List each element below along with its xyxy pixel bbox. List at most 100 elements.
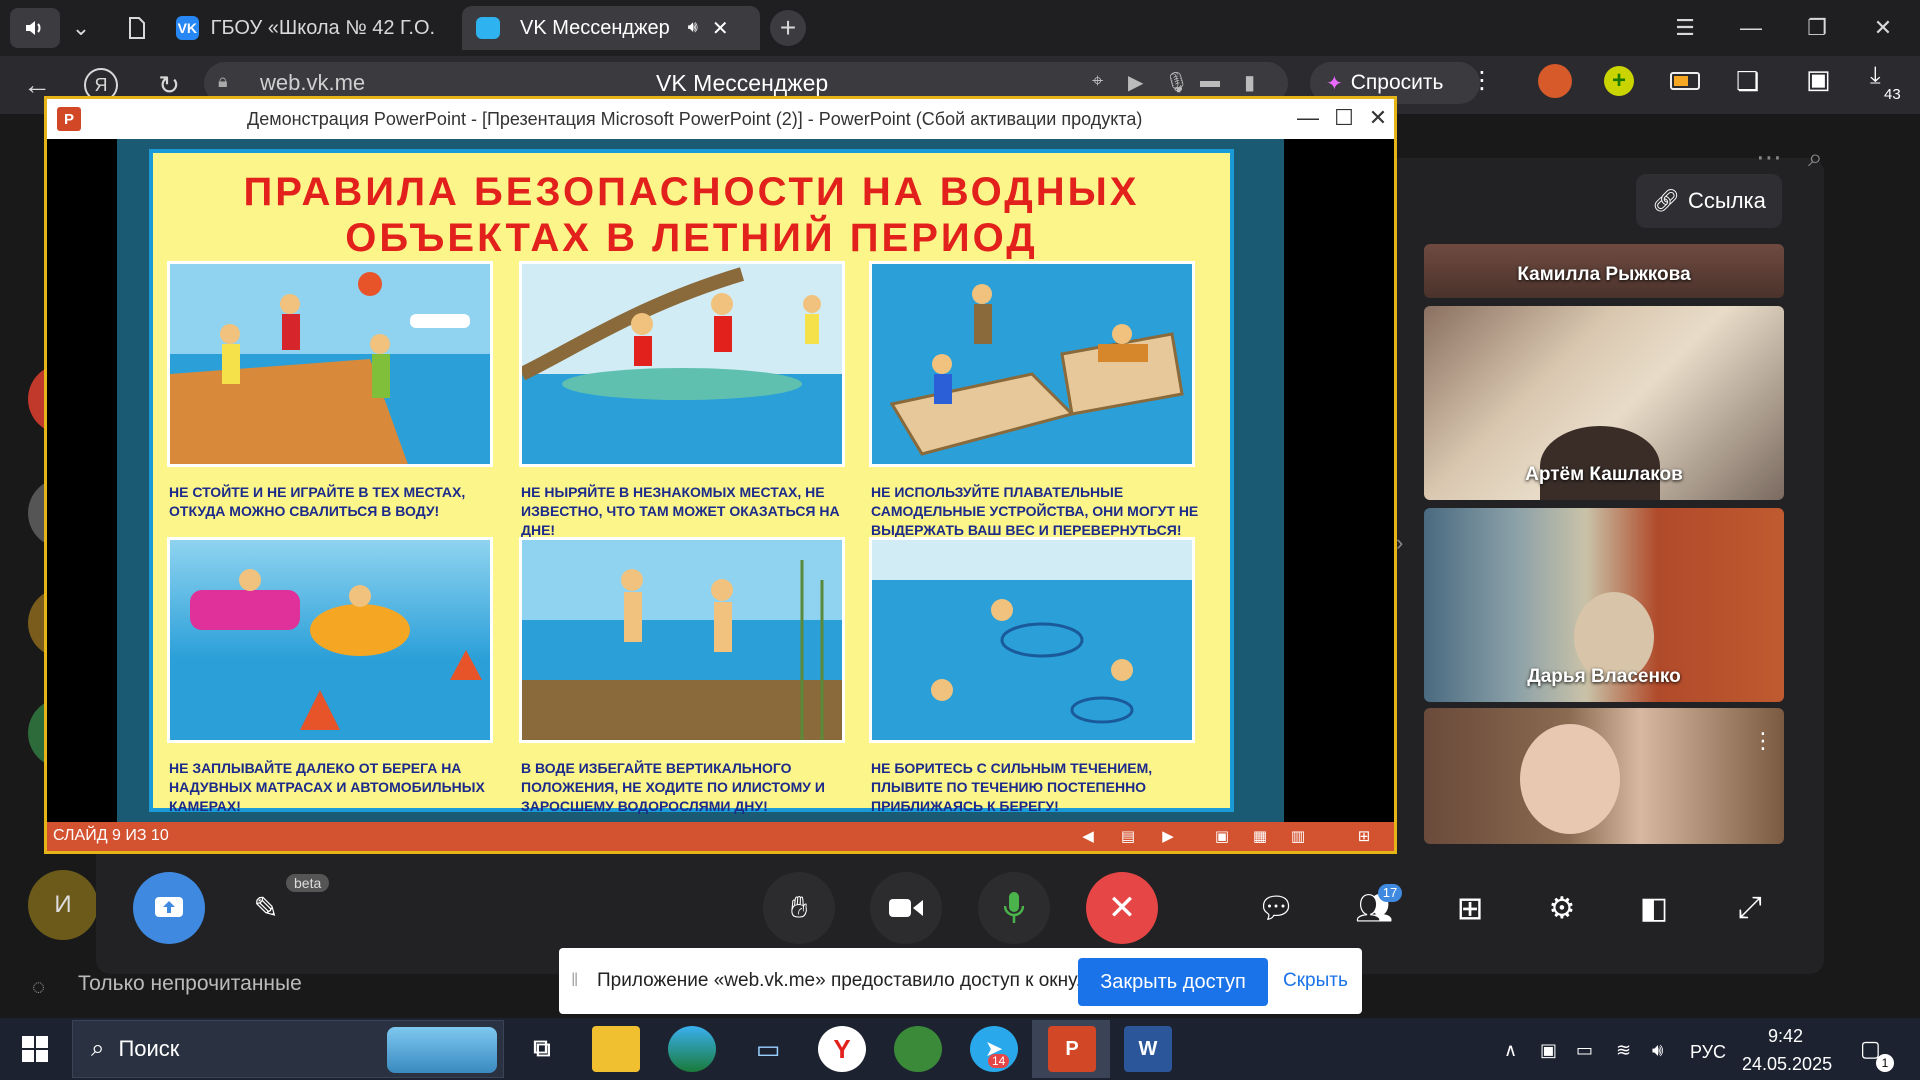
- battery-extension-icon[interactable]: [1670, 72, 1700, 90]
- fullscreen-icon[interactable]: ⤢: [1730, 890, 1770, 926]
- restore-icon[interactable]: ❐: [1802, 12, 1832, 44]
- tray-app-icon[interactable]: ▣: [1540, 1040, 1557, 1061]
- more-vertical-icon[interactable]: ⋮: [1752, 728, 1774, 754]
- slideshow-icon[interactable]: ⊞: [1353, 826, 1375, 846]
- camera-button[interactable]: [870, 872, 942, 944]
- powerpoint-taskbar-icon[interactable]: P: [1048, 1026, 1096, 1072]
- raise-hand-button[interactable]: ✋︎: [763, 872, 835, 944]
- word-taskbar-icon[interactable]: W: [1124, 1026, 1172, 1072]
- tray-chevron-icon[interactable]: ∧: [1504, 1040, 1517, 1061]
- stop-sharing-button[interactable]: Закрыть доступ: [1078, 958, 1268, 1006]
- participant-video: [1520, 724, 1620, 834]
- chevron-right-icon[interactable]: ›: [1396, 530, 1403, 556]
- rule-caption: НЕ БОРИТЕСЬ С СИЛЬНЫМ ТЕЧЕНИЕМ, ПЛЫВИТЕ …: [871, 760, 1153, 814]
- pip-icon[interactable]: ◧: [1634, 890, 1674, 926]
- copy-link-button[interactable]: 🔗︎ Ссылка: [1636, 174, 1782, 228]
- rule-caption: В ВОДЕ ИЗБЕГАЙТЕ ВЕРТИКАЛЬНОГО ПОЛОЖЕНИЯ…: [521, 760, 825, 814]
- close-icon[interactable]: ✕: [1361, 103, 1395, 133]
- new-tab-icon[interactable]: +: [770, 10, 806, 46]
- wifi-icon[interactable]: ≋: [1616, 1040, 1631, 1061]
- rule-caption: НЕ НЫРЯЙТЕ В НЕЗНАКОМЫХ МЕСТАХ, НЕ ИЗВЕС…: [521, 484, 840, 538]
- task-view-icon[interactable]: ⧉: [518, 1026, 566, 1072]
- share-banner: ‖ Приложение «web.vk.me» предоставило до…: [559, 948, 1362, 1014]
- share-screen-button[interactable]: [133, 872, 205, 944]
- end-call-button[interactable]: ✕: [1086, 872, 1158, 944]
- participant-name: Дарья Власенко: [1527, 666, 1681, 687]
- clock-time[interactable]: 9:42: [1768, 1026, 1803, 1047]
- participant-tile[interactable]: ⋮: [1424, 708, 1784, 844]
- collections-icon[interactable]: ❏: [1736, 66, 1759, 97]
- chat-icon[interactable]: 💬︎: [1256, 890, 1296, 926]
- illustration-mattress: [167, 537, 493, 743]
- participant-name: Камилла Рыжкова: [1517, 264, 1691, 285]
- chat-icon[interactable]: ▬: [1200, 70, 1220, 93]
- tab-vk-messenger[interactable]: VK Мессенджер 🔊︎ ✕: [462, 6, 760, 50]
- more-horizontal-icon[interactable]: ⋯: [1756, 142, 1782, 173]
- file-explorer-icon[interactable]: [592, 1026, 640, 1072]
- location-icon[interactable]: ⌖: [1092, 70, 1103, 93]
- app-icon[interactable]: [894, 1026, 942, 1072]
- chevron-down-icon[interactable]: ⌄: [66, 12, 96, 44]
- plus-extension-icon[interactable]: +: [1604, 66, 1634, 96]
- search-icon[interactable]: ⌕: [1808, 142, 1823, 174]
- powerpoint-window[interactable]: P Демонстрация PowerPoint - [Презентация…: [44, 96, 1397, 854]
- windows-start-icon[interactable]: [22, 1036, 48, 1067]
- illustration-raft: [869, 261, 1195, 467]
- rule-caption: НЕ СТОЙТЕ И НЕ ИГРАЙТЕ В ТЕХ МЕСТАХ, ОТК…: [169, 484, 466, 519]
- participant-tile[interactable]: Дарья Власенко: [1424, 508, 1784, 702]
- bookmark-icon[interactable]: ▮: [1244, 70, 1255, 95]
- user-avatar[interactable]: И: [28, 870, 98, 940]
- share-message: Приложение «web.vk.me» предоставило дост…: [597, 970, 1081, 991]
- slide-counter: СЛАЙД 9 ИЗ 10: [53, 827, 169, 844]
- notifications-count: 1: [1876, 1054, 1894, 1072]
- drag-handle-icon[interactable]: ‖: [571, 970, 578, 991]
- minimize-icon[interactable]: —: [1291, 103, 1325, 133]
- camera-icon[interactable]: ▶: [1128, 70, 1143, 95]
- illustration-current: [869, 537, 1195, 743]
- whiteboard-icon[interactable]: ✎: [246, 890, 286, 926]
- taskbar-search[interactable]: ⌕ Поиск: [72, 1020, 504, 1078]
- reading-view-icon[interactable]: ▥: [1287, 826, 1309, 846]
- audio-icon[interactable]: [10, 8, 60, 48]
- extension-icon[interactable]: [1538, 64, 1572, 98]
- powerpoint-title-bar[interactable]: P Демонстрация PowerPoint - [Презентация…: [47, 99, 1394, 139]
- microphone-button[interactable]: [978, 872, 1050, 944]
- downloads-icon[interactable]: ⤓: [1870, 62, 1881, 90]
- menu-icon[interactable]: ☰: [1670, 12, 1700, 44]
- participant-name: Артём Кашлаков: [1525, 464, 1683, 485]
- profile-icon[interactable]: ▣: [1806, 64, 1831, 95]
- next-slide-icon[interactable]: ▶: [1157, 826, 1179, 846]
- minimize-icon[interactable]: —: [1736, 12, 1766, 44]
- telegram-badge: 14: [988, 1054, 1010, 1068]
- slide-list-icon[interactable]: ▤: [1117, 826, 1139, 846]
- participant-tile[interactable]: Камилла Рыжкова: [1424, 244, 1784, 298]
- settings-icon[interactable]: ⚙: [1542, 890, 1582, 926]
- powerpoint-logo-icon: P: [57, 107, 81, 131]
- more-vertical-icon[interactable]: ⋮: [1470, 66, 1494, 95]
- clock-date[interactable]: 24.05.2025: [1742, 1054, 1832, 1075]
- tab-label: ГБОУ «Школа № 42 Г.О. Г: [210, 16, 438, 39]
- close-tab-icon[interactable]: ✕: [712, 16, 729, 41]
- participant-tile[interactable]: Артём Кашлаков: [1424, 306, 1784, 500]
- normal-view-icon[interactable]: ▣: [1211, 826, 1233, 846]
- ai-icon: ✦: [1326, 72, 1343, 95]
- language-indicator[interactable]: РУС: [1690, 1042, 1726, 1063]
- slide-sorter-icon[interactable]: ▦: [1249, 826, 1271, 846]
- previous-slide-icon[interactable]: ◀: [1077, 826, 1099, 846]
- grid-view-icon[interactable]: ⊞: [1450, 890, 1490, 926]
- document-icon[interactable]: [122, 12, 152, 44]
- desktop-app-icon[interactable]: ▭: [744, 1026, 792, 1072]
- microphone-icon[interactable]: 🎙︎: [1164, 70, 1189, 95]
- maximize-icon[interactable]: ☐: [1327, 103, 1361, 133]
- yandex-browser-icon[interactable]: Y: [818, 1026, 866, 1072]
- unread-filter-icon[interactable]: ◌: [32, 974, 45, 1000]
- volume-icon[interactable]: 🔊︎: [1652, 1040, 1663, 1061]
- speaker-icon[interactable]: 🔊︎: [688, 19, 698, 37]
- hide-banner-button[interactable]: Скрыть: [1283, 970, 1348, 992]
- close-window-icon[interactable]: ✕: [1868, 12, 1898, 44]
- battery-icon[interactable]: ▭: [1576, 1040, 1593, 1061]
- tab-school[interactable]: VK ГБОУ «Школа № 42 Г.О. Г: [162, 6, 452, 50]
- unread-filter-label[interactable]: Только непрочитанные: [78, 972, 302, 996]
- illustration-vertical: [519, 537, 845, 743]
- edge-icon[interactable]: [668, 1026, 716, 1072]
